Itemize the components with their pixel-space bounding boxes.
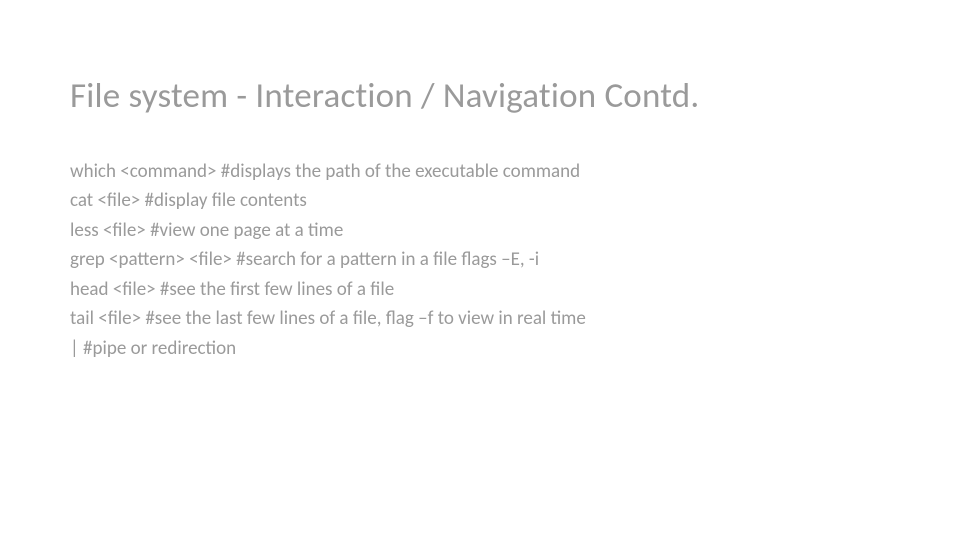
command-line: less <file> #view one page at a time bbox=[70, 216, 890, 245]
command-line: tail <file> #see the last few lines of a… bbox=[70, 304, 890, 333]
command-line: head <file> #see the first few lines of … bbox=[70, 275, 890, 304]
command-line: grep <pattern> <file> #search for a patt… bbox=[70, 245, 890, 274]
command-line: | #pipe or redirection bbox=[70, 334, 890, 363]
command-line: which <command> #displays the path of th… bbox=[70, 157, 890, 186]
command-line: cat <file> #display file contents bbox=[70, 186, 890, 215]
slide-title: File system - Interaction / Navigation C… bbox=[70, 75, 890, 117]
slide-content: which <command> #displays the path of th… bbox=[70, 157, 890, 363]
